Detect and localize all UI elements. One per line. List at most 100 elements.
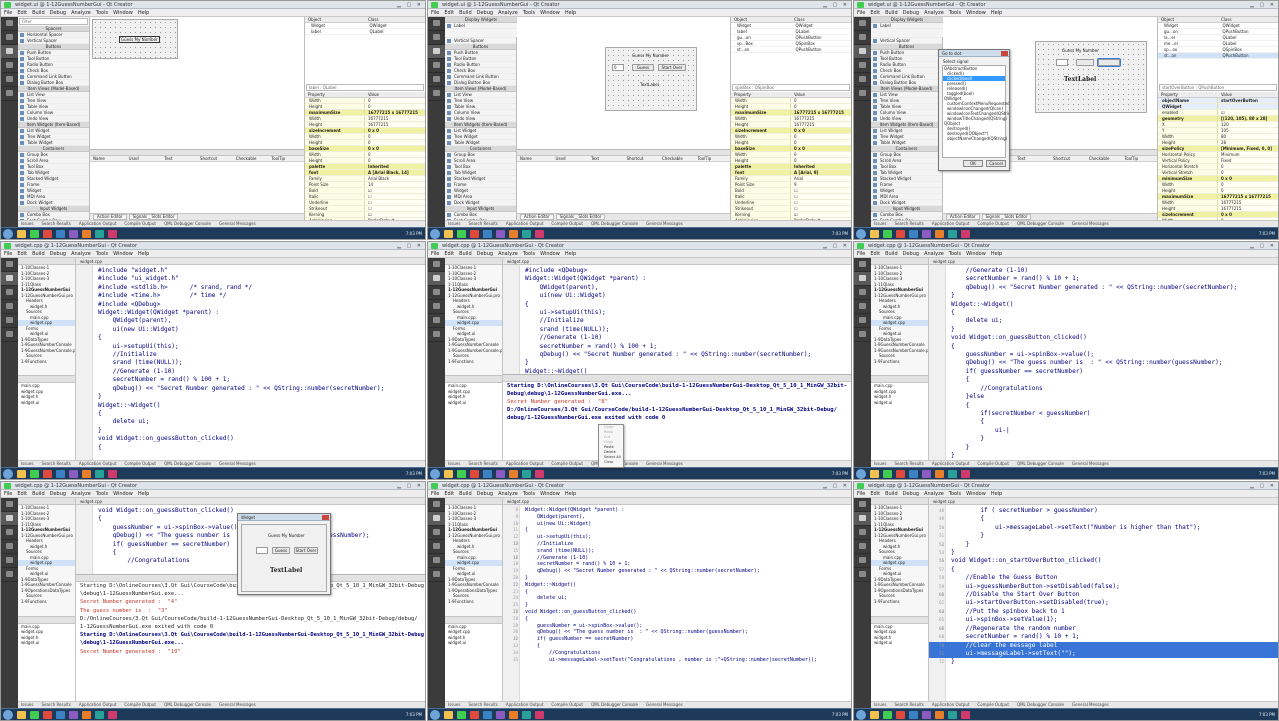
start-menu-button[interactable]	[856, 229, 866, 239]
menu-item-edit[interactable]: Edit	[17, 10, 27, 16]
output-tab[interactable]: Search Results	[468, 221, 497, 226]
output-tab[interactable]: Application Output	[79, 221, 117, 226]
menu-item-file[interactable]: File	[4, 491, 12, 497]
property-value[interactable]: 16777215 x 16777215	[365, 110, 425, 115]
menu-item-debug[interactable]: Debug	[50, 491, 66, 497]
property-value[interactable]: 0	[1218, 182, 1278, 187]
taskbar-app-icon[interactable]	[896, 470, 905, 478]
widget-box-item[interactable]: Vertical Spacer	[18, 38, 89, 44]
mode-welcome-button[interactable]	[428, 17, 445, 31]
property-value[interactable]: Inherited	[791, 164, 851, 169]
editor-tab[interactable]: Action Editor	[520, 214, 554, 220]
code-text[interactable]: 8 Widget::Widget(QWidget *parent) :9 QWid…	[503, 505, 851, 701]
taskbar-app-icon[interactable]	[470, 711, 479, 719]
menu-item-build[interactable]: Build	[32, 251, 45, 257]
mode-edit-button[interactable]	[854, 512, 871, 526]
menu-item-window[interactable]: Window	[113, 10, 133, 16]
menu-item-analyze[interactable]: Analyze	[498, 491, 518, 497]
menu-item-build[interactable]: Build	[885, 491, 898, 497]
taskbar-app-icon[interactable]	[82, 470, 91, 478]
form-widget[interactable]: Guess My Number 0 Guess Start Over TextLabel	[605, 47, 697, 111]
project-tree-item[interactable]: 1-12GuessNumberGui	[18, 287, 75, 293]
taskbar-app-icon[interactable]	[870, 230, 879, 238]
menu-item-file[interactable]: File	[431, 491, 439, 497]
guess-button[interactable]	[1076, 59, 1094, 66]
property-value[interactable]: 80	[1218, 134, 1278, 139]
start-menu-button[interactable]	[430, 229, 440, 239]
property-value[interactable]: 0	[791, 140, 851, 145]
mode-edit-button[interactable]	[854, 31, 871, 45]
menu-item-file[interactable]: File	[431, 10, 439, 16]
output-tab[interactable]: QML Debugger Console	[1017, 221, 1064, 226]
taskbar-app-icon[interactable]	[496, 230, 505, 238]
property-value[interactable]: ☑	[365, 188, 425, 193]
mode-debug-button[interactable]	[854, 59, 871, 73]
menu-item-help[interactable]: Help	[138, 251, 149, 257]
start-over-button[interactable]: Start Over	[658, 64, 686, 71]
mode-welcome-button[interactable]	[428, 498, 445, 512]
mode-projects-button[interactable]	[1, 314, 18, 328]
menu-item-edit[interactable]: Edit	[870, 491, 880, 497]
project-tree-item[interactable]: 1-9GuessNumberConsole	[18, 342, 75, 348]
property-value[interactable]: 16777215 x 16777215	[1218, 194, 1278, 199]
property-value[interactable]	[1218, 104, 1278, 109]
mode-debug-button[interactable]	[854, 300, 871, 314]
taskbar-app-icon[interactable]	[82, 230, 91, 238]
window-controls[interactable]: ▁ ▢ ✕	[823, 483, 849, 489]
mode-debug-button[interactable]	[1, 59, 18, 73]
taskbar-app-icon[interactable]	[43, 230, 52, 238]
mode-projects-button[interactable]	[854, 314, 871, 328]
mode-edit-button[interactable]	[1, 512, 18, 526]
mode-design-button[interactable]	[428, 286, 445, 300]
widget-box-item[interactable]: Font Combo Box	[871, 218, 942, 220]
project-tree-item[interactable]: 1-12GuessNumberGui	[871, 287, 928, 293]
output-tab[interactable]: Compile Output	[551, 702, 583, 707]
widget-box-item[interactable]: Dock Widget	[871, 200, 942, 206]
taskbar-app-icon[interactable]	[496, 711, 505, 719]
taskbar-app-icon[interactable]	[43, 470, 52, 478]
mode-projects-button[interactable]	[428, 73, 445, 87]
property-value[interactable]: 16777215	[1218, 200, 1278, 205]
menu-item-tools[interactable]: Tools	[96, 491, 108, 497]
output-tab[interactable]: Application Output	[932, 221, 970, 226]
taskbar-app-icon[interactable]	[522, 711, 531, 719]
widget-box-item[interactable]: Label	[871, 23, 943, 29]
code-text[interactable]: //Generate (1-10) secretNumber = rand() …	[929, 265, 1278, 460]
text-label[interactable]: TextLabel	[1064, 76, 1096, 83]
output-tab[interactable]: Issues	[874, 461, 886, 466]
property-value[interactable]: ☐	[365, 200, 425, 205]
property-value[interactable]: 0 x 0	[1218, 212, 1278, 217]
open-document[interactable]: widget.ui	[445, 640, 502, 646]
mode-help-button[interactable]	[854, 87, 871, 101]
output-tab[interactable]: General Messages	[646, 702, 683, 707]
menu-item-file[interactable]: File	[4, 251, 12, 257]
spin-box[interactable]	[1056, 59, 1068, 66]
signal-item[interactable]: objectNameChanged(QString)	[943, 136, 1007, 141]
menu-item-debug[interactable]: Debug	[903, 491, 919, 497]
menu-item-build[interactable]: Build	[459, 491, 472, 497]
property-value[interactable]: ☐	[791, 206, 851, 211]
project-tree-item[interactable]: 1-12GuessNumberGui	[445, 287, 502, 293]
widget-box-item[interactable]: Dialog Button Box	[445, 80, 516, 86]
taskbar-app-icon[interactable]	[935, 470, 944, 478]
property-value[interactable]: 0 x 0	[365, 146, 425, 151]
window-controls[interactable]: ▁ ▢ ✕	[1250, 2, 1276, 8]
taskbar-app-icon[interactable]	[108, 230, 117, 238]
window-controls[interactable]: ▁ ▢ ✕	[397, 483, 423, 489]
output-tab[interactable]: Application Output	[79, 702, 117, 707]
taskbar-app-icon[interactable]	[935, 230, 944, 238]
mode-welcome-button[interactable]	[1, 17, 18, 31]
start-menu-button[interactable]	[856, 469, 866, 479]
output-tab[interactable]: General Messages	[1072, 461, 1109, 466]
project-tree-item[interactable]: 1-9Functions	[871, 599, 928, 605]
mode-welcome-button[interactable]	[854, 258, 871, 272]
spin-box[interactable]: 0	[612, 64, 624, 71]
taskbar-app-icon[interactable]	[883, 230, 892, 238]
property-value[interactable]: 0	[365, 158, 425, 163]
widget-box-item[interactable]: Font Combo Box	[18, 218, 89, 220]
menu-item-window[interactable]: Window	[113, 491, 133, 497]
taskbar-app-icon[interactable]	[935, 711, 944, 719]
widget-box-item[interactable]: Undo View	[18, 116, 89, 122]
taskbar-app-icon[interactable]	[961, 711, 970, 719]
menu-item-debug[interactable]: Debug	[903, 251, 919, 257]
